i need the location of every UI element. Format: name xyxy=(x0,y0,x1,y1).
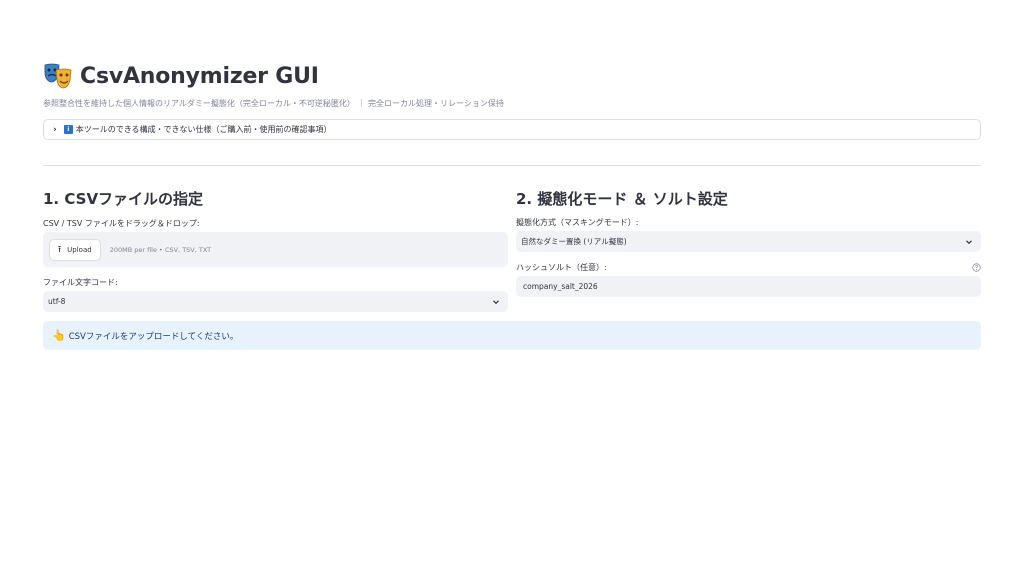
info-message: CSVファイルをアップロードしてください。 xyxy=(68,331,239,342)
file-dropzone[interactable]: ⭱ Upload 200MB per file • CSV, TSV, TXT xyxy=(43,232,508,267)
app-title: CsvAnonymizer GUI xyxy=(80,63,319,89)
encoding-label: ファイル文字コード: xyxy=(43,278,118,287)
pointing-hand-icon: 👆 xyxy=(52,329,66,342)
salt-label: ハッシュソルト（任意）: xyxy=(516,263,607,272)
chevron-right-icon: › xyxy=(53,124,57,135)
upload-button-label: Upload xyxy=(67,245,92,254)
section1-heading: 1. CSVファイルの指定 xyxy=(43,190,204,208)
section2-heading: 2. 擬態化モード ＆ ソルト設定 xyxy=(516,190,728,208)
mode-select[interactable]: 自然なダミー置換 (リアル擬態) xyxy=(516,231,981,252)
upload-icon: ⭱ xyxy=(58,244,62,255)
chevron-down-icon xyxy=(966,239,972,244)
title-row: CsvAnonymizer GUI xyxy=(43,60,319,92)
expander-label: 本ツールのできる構成・できない仕様（ご購入前・使用前の確認事項） xyxy=(75,125,332,134)
uploader-label: CSV / TSV ファイルをドラッグ＆ドロップ: xyxy=(43,219,200,228)
chevron-down-icon xyxy=(493,299,499,304)
upload-button[interactable]: ⭱ Upload xyxy=(49,238,101,261)
encoding-select[interactable]: utf-8 xyxy=(43,291,508,312)
divider xyxy=(43,165,981,166)
info-alert: 👆 CSVファイルをアップロードしてください。 xyxy=(43,321,981,350)
info-icon: i xyxy=(63,125,73,134)
salt-input[interactable] xyxy=(516,276,981,297)
dropzone-hint: 200MB per file • CSV, TSV, TXT xyxy=(109,245,212,254)
theater-masks-icon xyxy=(44,63,72,89)
app-caption: 参照整合性を維持した個人情報のリアルダミー擬態化（完全ローカル・不可逆秘匿化） … xyxy=(43,99,504,108)
encoding-value: utf-8 xyxy=(48,297,66,306)
spec-expander[interactable]: › i 本ツールのできる構成・できない仕様（ご購入前・使用前の確認事項） xyxy=(43,119,981,140)
mode-value: 自然なダミー置換 (リアル擬態) xyxy=(521,237,627,246)
app-page: CsvAnonymizer GUI 参照整合性を維持した個人情報のリアルダミー擬… xyxy=(0,0,1024,576)
help-icon[interactable] xyxy=(972,263,981,272)
mode-label: 擬態化方式（マスキングモード）: xyxy=(516,218,639,227)
